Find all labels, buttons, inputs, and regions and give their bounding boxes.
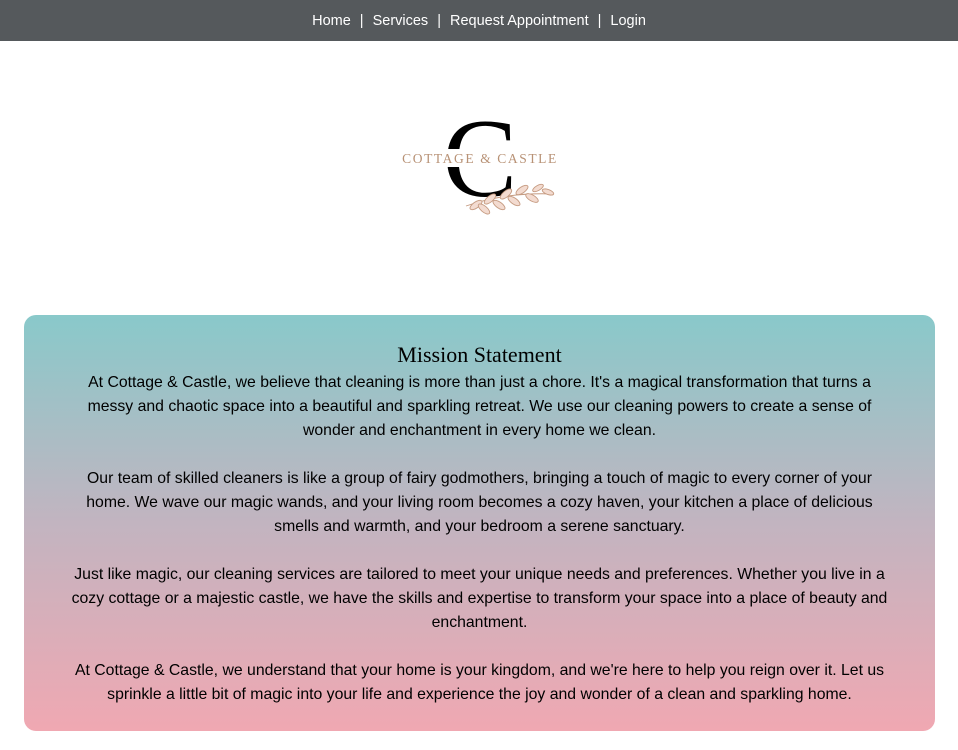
mission-paragraph: Just like magic, our cleaning services a… bbox=[71, 566, 888, 631]
nav-home-link[interactable]: Home bbox=[312, 13, 351, 29]
mission-statement-card: Mission Statement At Cottage & Castle, w… bbox=[24, 315, 935, 731]
nav-login-link[interactable]: Login bbox=[610, 13, 645, 29]
mission-paragraph: At Cottage & Castle, we understand that … bbox=[74, 662, 885, 703]
logo-wordmark: COTTAGE & CASTLE bbox=[402, 151, 558, 166]
nav-separator: | bbox=[597, 12, 602, 29]
mission-paragraph: Our team of skilled cleaners is like a g… bbox=[86, 470, 873, 535]
nav-separator: | bbox=[437, 12, 441, 29]
nav-services-link[interactable]: Services bbox=[373, 13, 429, 29]
nav-request-appointment-link[interactable]: Request Appointment bbox=[450, 13, 589, 29]
nav-separator: | bbox=[359, 12, 364, 29]
cottage-castle-logo: C COTTAGE & CASTLE bbox=[386, 97, 576, 221]
mission-paragraph: At Cottage & Castle, we believe that cle… bbox=[87, 374, 872, 439]
mission-statement-title: Mission Statement bbox=[397, 342, 562, 367]
mission-statement-body: At Cottage & Castle, we believe that cle… bbox=[68, 371, 891, 707]
top-navigation: Home | Services | Request Appointment | … bbox=[0, 0, 958, 41]
